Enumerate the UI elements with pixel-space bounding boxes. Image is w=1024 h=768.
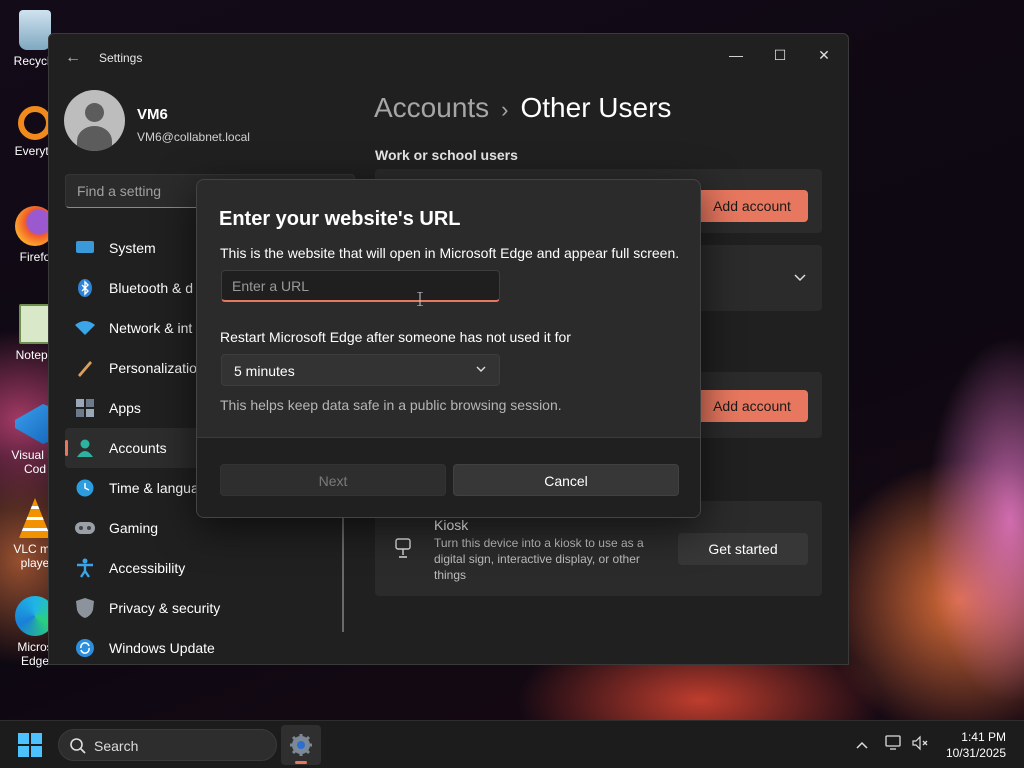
sidebar-item-privacy-security[interactable]: Privacy & security [65, 588, 345, 628]
sidebar-item-windows-update[interactable]: Windows Update [65, 628, 345, 664]
taskbar-settings-app[interactable] [281, 725, 321, 765]
restart-label: Restart Microsoft Edge after someone has… [220, 329, 571, 345]
page-title: Other Users [520, 92, 672, 123]
active-app-indicator [295, 761, 307, 764]
taskbar-search[interactable]: Search [58, 729, 277, 761]
recycle-bin-icon [19, 10, 51, 50]
add-work-account-button[interactable]: Add account [696, 190, 808, 222]
sidebar-item-label: System [109, 240, 156, 256]
windows-update-icon [75, 638, 95, 658]
get-started-button[interactable]: Get started [678, 533, 808, 565]
minimize-button[interactable]: — [714, 40, 758, 70]
search-icon [70, 738, 86, 754]
apps-icon [75, 398, 95, 418]
sidebar-item-label: Network & int [109, 320, 193, 336]
chevron-down-icon [476, 366, 486, 372]
clock-date: 10/31/2025 [945, 746, 1006, 760]
add-other-user-button[interactable]: Add account [696, 390, 808, 422]
taskbar-clock[interactable]: 1:41 PM 10/31/2025 [946, 729, 1006, 761]
next-button[interactable]: Next [220, 464, 446, 496]
profile-name: VM6 [137, 106, 168, 123]
profile-email: VM6@collabnet.local [137, 130, 250, 144]
settings-gear-icon [290, 734, 312, 756]
sidebar-item-label: Accounts [109, 440, 167, 456]
notepad-icon [19, 304, 51, 344]
url-input[interactable] [221, 270, 500, 302]
dialog-title: Enter your website's URL [219, 208, 461, 230]
time-language-icon [75, 478, 95, 498]
section-title-work-school: Work or school users [375, 147, 518, 163]
dialog-footer: Next Cancel [197, 437, 700, 517]
privacy-shield-icon [75, 598, 95, 618]
clock-time: 1:41 PM [961, 730, 1006, 744]
kiosk-icon [395, 538, 411, 558]
network-status-icon[interactable] [884, 735, 904, 755]
breadcrumb: Accounts › Other Users [374, 92, 671, 124]
cancel-button[interactable]: Cancel [453, 464, 679, 496]
restart-timeout-dropdown[interactable]: 5 minutes [221, 354, 500, 386]
breadcrumb-parent[interactable]: Accounts [374, 92, 489, 123]
title-bar: ← Settings — ☐ ✕ [49, 34, 848, 82]
sidebar-item-label: Time & langua [109, 480, 199, 496]
accessibility-icon [75, 558, 95, 578]
sidebar-item-label: Apps [109, 400, 141, 416]
kiosk-title: Kiosk [434, 517, 469, 533]
accounts-icon [75, 438, 95, 458]
windows-start-icon[interactable] [18, 733, 42, 757]
website-url-dialog: Enter your website's URL This is the web… [196, 179, 701, 518]
sidebar-item-label: Windows Update [109, 640, 215, 656]
sidebar-item-label: Personalization [109, 360, 205, 376]
sidebar-item-label: Gaming [109, 520, 159, 536]
desktop-icon-label: Firefo [19, 250, 51, 264]
taskbar: Search 1:41 PM 10/31/2025 [0, 720, 1024, 768]
help-text: This helps keep data safe in a public br… [220, 397, 562, 413]
sidebar-item-label: Privacy & security [109, 600, 221, 616]
gaming-icon [75, 518, 95, 538]
dropdown-value: 5 minutes [234, 363, 295, 379]
avatar[interactable] [64, 90, 125, 151]
sidebar-item-accessibility[interactable]: Accessibility [65, 548, 345, 588]
maximize-button[interactable]: ☐ [758, 40, 802, 70]
system-icon [75, 238, 95, 258]
volume-muted-icon[interactable] [910, 735, 930, 755]
sidebar-item-label: Accessibility [109, 560, 186, 576]
chevron-down-icon [794, 274, 806, 282]
back-arrow-icon[interactable]: ← [63, 48, 83, 68]
text-cursor-icon [417, 292, 423, 306]
breadcrumb-separator: › [501, 97, 509, 122]
taskbar-search-label: Search [94, 738, 139, 754]
window-title: Settings [99, 51, 143, 65]
network-icon [75, 318, 95, 338]
show-hidden-icons-chevron-icon[interactable] [852, 735, 872, 755]
sidebar-item-label: Bluetooth & d [109, 280, 194, 296]
dialog-description: This is the website that will open in Mi… [220, 245, 680, 261]
personalization-icon [75, 358, 95, 378]
nav-divider [342, 514, 344, 632]
bluetooth-icon [75, 278, 95, 298]
kiosk-description: Turn this device into a kiosk to use as … [434, 536, 644, 582]
everything-search-icon [18, 106, 52, 140]
close-button[interactable]: ✕ [802, 40, 846, 70]
